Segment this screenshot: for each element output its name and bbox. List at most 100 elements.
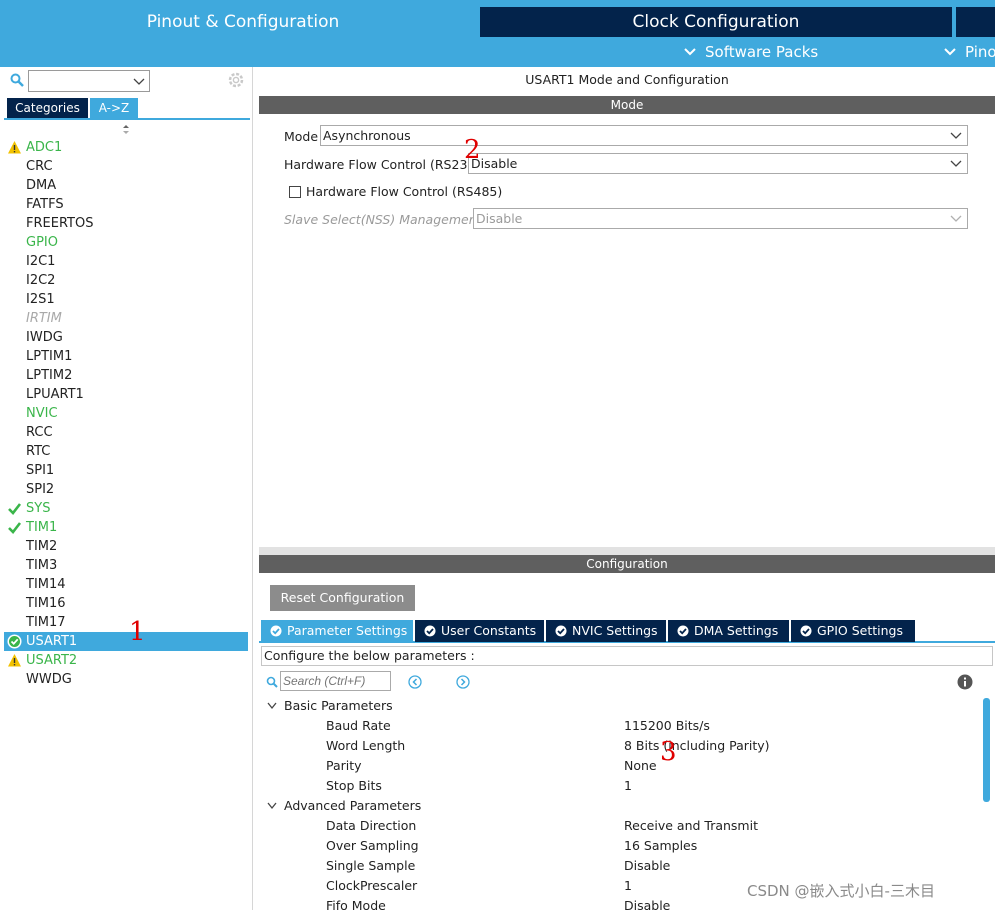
parameter-row[interactable]: Parity None — [259, 756, 979, 776]
check-circle-icon — [7, 634, 22, 649]
arrow-right-icon[interactable] — [456, 675, 470, 689]
parameter-name: Data Direction — [326, 818, 417, 833]
sidebar-item-lptim1[interactable]: LPTIM1 — [4, 347, 248, 366]
reset-configuration-button[interactable]: Reset Configuration — [270, 585, 415, 611]
sidebar-item-fatfs[interactable]: FATFS — [4, 195, 248, 214]
peripheral-search-input[interactable] — [30, 72, 130, 90]
sidebar-item-label: TIM17 — [26, 615, 66, 630]
sidebar-item-spi2[interactable]: SPI2 — [4, 480, 248, 499]
hfc-rs485-label: Hardware Flow Control (RS485) — [306, 184, 503, 199]
parameter-row[interactable]: Stop Bits 1 — [259, 776, 979, 796]
hfc-rs232-select[interactable]: Disable — [468, 153, 968, 174]
parameter-search-input[interactable] — [280, 671, 391, 691]
sidebar-item-label: GPIO — [26, 235, 58, 250]
sidebar-item-usart1[interactable]: USART1 — [4, 632, 248, 651]
hfc-rs485-checkbox[interactable] — [289, 186, 301, 198]
parameter-value[interactable]: 8 Bits (including Parity) — [624, 736, 770, 756]
az-tab[interactable]: A->Z — [90, 98, 138, 118]
parameter-scrollbar[interactable] — [981, 696, 991, 910]
sidebar-item-tim17[interactable]: TIM17 — [4, 613, 248, 632]
sidebar-item-sys[interactable]: SYS — [4, 499, 248, 518]
check-circle-icon — [800, 625, 812, 637]
sidebar-item-label: I2C1 — [26, 254, 56, 269]
parameter-row[interactable]: Over Sampling 16 Samples — [259, 836, 979, 856]
annotation-mark: 1 — [129, 617, 146, 647]
parameter-value[interactable]: Disable — [624, 856, 670, 876]
mode-select[interactable]: Asynchronous — [320, 125, 968, 146]
annotation-mark: 3 — [660, 737, 677, 767]
parameter-value[interactable]: None — [624, 756, 657, 776]
parameter-name: Parity — [326, 758, 362, 773]
parameter-value[interactable]: 1 — [624, 776, 632, 796]
sidebar-item-label: RCC — [26, 425, 53, 440]
tab-nvic-settings[interactable]: NVIC Settings — [546, 620, 666, 642]
parameter-group[interactable]: Basic Parameters — [259, 696, 979, 716]
sidebar-item-lptim2[interactable]: LPTIM2 — [4, 366, 248, 385]
parameter-row[interactable]: Baud Rate 115200 Bits/s — [259, 716, 979, 736]
chevron-down-icon[interactable] — [267, 702, 277, 710]
parameter-value[interactable]: 16 Samples — [624, 836, 697, 856]
parameter-name: Word Length — [326, 738, 406, 753]
info-icon[interactable] — [957, 674, 973, 690]
sidebar-item-wwdg[interactable]: WWDG — [4, 670, 248, 689]
sidebar-item-dma[interactable]: DMA — [4, 176, 248, 195]
tab-parameter-settings[interactable]: Parameter Settings — [261, 620, 413, 642]
gear-icon[interactable] — [227, 71, 245, 89]
sidebar-item-usart2[interactable]: USART2 — [4, 651, 248, 670]
peripheral-sidebar: Categories A->Z ADC1 CRC DMA FATFS FREERTOS G… — [4, 67, 253, 910]
sidebar-item-iwdg[interactable]: IWDG — [4, 328, 248, 347]
sidebar-item-tim14[interactable]: TIM14 — [4, 575, 248, 594]
parameter-value[interactable]: 1 — [624, 876, 632, 896]
parameter-group[interactable]: Advanced Parameters — [259, 796, 979, 816]
pinout-menu[interactable]: Pino — [944, 40, 995, 64]
sidebar-item-i2c1[interactable]: I2C1 — [4, 252, 248, 271]
parameter-row[interactable]: Single Sample Disable — [259, 856, 979, 876]
parameter-value[interactable]: Disable — [624, 896, 670, 910]
search-icon — [10, 73, 24, 87]
tab-gpio-settings[interactable]: GPIO Settings — [791, 620, 915, 642]
parameter-name: Baud Rate — [326, 718, 391, 733]
parameter-value[interactable]: 115200 Bits/s — [624, 716, 710, 736]
sidebar-item-label: NVIC — [26, 406, 58, 421]
tab-user-constants[interactable]: User Constants — [415, 620, 544, 642]
sort-icon[interactable] — [121, 124, 131, 136]
sidebar-item-adc1[interactable]: ADC1 — [4, 138, 248, 157]
parameter-value[interactable]: Receive and Transmit — [624, 816, 758, 836]
tab-clock-configuration[interactable]: Clock Configuration — [480, 7, 952, 37]
tab-dma-settings[interactable]: DMA Settings — [668, 620, 789, 642]
sidebar-item-i2c2[interactable]: I2C2 — [4, 271, 248, 290]
categories-tab[interactable]: Categories — [7, 98, 88, 118]
arrow-left-icon[interactable] — [408, 675, 422, 689]
sidebar-item-rtc[interactable]: RTC — [4, 442, 248, 461]
sidebar-item-i2s1[interactable]: I2S1 — [4, 290, 248, 309]
sidebar-item-spi1[interactable]: SPI1 — [4, 461, 248, 480]
mode-select-value: Asynchronous — [323, 128, 411, 143]
sidebar-item-gpio[interactable]: GPIO — [4, 233, 248, 252]
sidebar-item-tim3[interactable]: TIM3 — [4, 556, 248, 575]
scrollbar-thumb[interactable] — [983, 698, 990, 802]
sidebar-item-tim2[interactable]: TIM2 — [4, 537, 248, 556]
sidebar-item-tim16[interactable]: TIM16 — [4, 594, 248, 613]
sidebar-item-tim1[interactable]: TIM1 — [4, 518, 248, 537]
parameter-row[interactable]: Word Length 8 Bits (including Parity) — [259, 736, 979, 756]
parameter-group-label: Basic Parameters — [284, 698, 393, 713]
check-circle-icon — [424, 625, 436, 637]
splitter[interactable] — [259, 547, 995, 555]
peripheral-search-combo[interactable] — [28, 70, 150, 92]
tab-overflow[interactable] — [956, 7, 995, 37]
sidebar-item-lpuart1[interactable]: LPUART1 — [4, 385, 248, 404]
chevron-down-icon[interactable] — [267, 802, 277, 810]
parameter-row[interactable]: Data Direction Receive and Transmit — [259, 816, 979, 836]
config-instructions: Configure the below parameters : — [261, 646, 993, 666]
sidebar-item-rcc[interactable]: RCC — [4, 423, 248, 442]
sidebar-item-nvic[interactable]: NVIC — [4, 404, 248, 423]
tab-pinout-configuration[interactable]: Pinout & Configuration — [8, 7, 478, 37]
sidebar-item-label: I2S1 — [26, 292, 55, 307]
sidebar-item-irtim[interactable]: IRTIM — [4, 309, 248, 328]
sidebar-item-freertos[interactable]: FREERTOS — [4, 214, 248, 233]
tab-label: DMA Settings — [694, 623, 779, 638]
configuration-section-header: Configuration — [259, 555, 995, 573]
chevron-down-icon[interactable] — [133, 77, 145, 86]
sidebar-item-crc[interactable]: CRC — [4, 157, 248, 176]
chevron-down-icon — [950, 160, 962, 167]
